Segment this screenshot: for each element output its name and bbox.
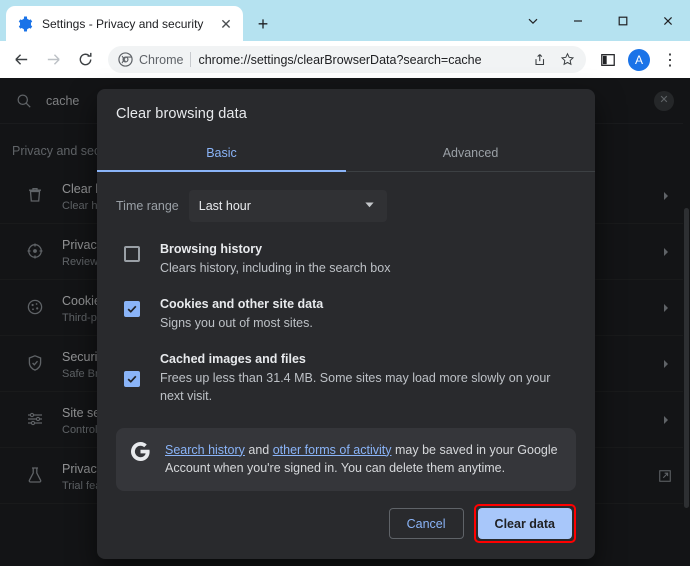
checkbox-browsing-history[interactable] (124, 246, 140, 262)
clear-browsing-data-dialog: Clear browsing data Basic Advanced Time … (97, 89, 595, 559)
chrome-menu-icon[interactable]: ⋮ (656, 46, 684, 74)
browser-tab[interactable]: Settings - Privacy and security ✕ (6, 6, 243, 41)
tab-advanced[interactable]: Advanced (346, 138, 595, 171)
checkbox-cached-images[interactable] (124, 371, 140, 387)
active-tab-indicator (97, 170, 346, 172)
info-conjunction: and (245, 443, 273, 457)
chrome-logo-icon (118, 52, 133, 67)
checkbox-cookies[interactable] (124, 301, 140, 317)
option-browsing-history[interactable]: Browsing history Clears history, includi… (116, 242, 576, 277)
option-subtitle: Clears history, including in the search … (160, 259, 576, 277)
bookmark-star-icon[interactable] (556, 49, 578, 71)
omnibox-divider (190, 52, 191, 67)
check-icon (126, 373, 138, 385)
side-panel-icon[interactable] (594, 46, 622, 74)
cancel-button[interactable]: Cancel (389, 508, 464, 539)
chrome-page-chip: Chrome (118, 52, 183, 67)
clear-data-button[interactable]: Clear data (478, 508, 572, 539)
time-range-select[interactable]: Last hour (189, 190, 387, 222)
tab-title: Settings - Privacy and security (42, 17, 208, 31)
minimize-button[interactable] (555, 0, 600, 41)
clear-data-highlight: Clear data (474, 504, 576, 543)
dialog-tabs: Basic Advanced (97, 138, 595, 172)
chevron-down-icon (364, 199, 375, 213)
option-title: Cookies and other site data (160, 297, 576, 311)
reload-button[interactable] (70, 45, 100, 75)
dialog-body: Time range Last hour Browsing history Cl… (97, 172, 595, 504)
dialog-footer: Cancel Clear data (97, 504, 595, 559)
maximize-button[interactable] (600, 0, 645, 41)
time-range-value: Last hour (199, 199, 251, 213)
browser-window: Settings - Privacy and security ✕ + (0, 0, 690, 566)
address-bar[interactable]: Chrome chrome://settings/clearBrowserDat… (108, 46, 586, 73)
option-subtitle: Frees up less than 31.4 MB. Some sites m… (160, 369, 576, 405)
option-cookies[interactable]: Cookies and other site data Signs you ou… (116, 297, 576, 332)
option-text: Browsing history Clears history, includi… (160, 242, 576, 277)
check-icon (126, 303, 138, 315)
tab-basic[interactable]: Basic (97, 138, 346, 171)
google-g-icon (131, 442, 151, 466)
new-tab-button[interactable]: + (249, 10, 277, 38)
option-cached-images[interactable]: Cached images and files Frees up less th… (116, 352, 576, 405)
forward-button[interactable] (38, 45, 68, 75)
google-account-info-box: Search history and other forms of activi… (116, 428, 576, 492)
info-text: Search history and other forms of activi… (165, 441, 561, 479)
option-text: Cookies and other site data Signs you ou… (160, 297, 576, 332)
browser-toolbar: Chrome chrome://settings/clearBrowserDat… (0, 41, 690, 78)
chrome-chip-label: Chrome (139, 53, 183, 67)
option-title: Browsing history (160, 242, 576, 256)
tab-search-chevron-icon[interactable] (510, 0, 555, 41)
back-button[interactable] (6, 45, 36, 75)
option-title: Cached images and files (160, 352, 576, 366)
time-range-group: Time range Last hour (116, 190, 576, 222)
option-subtitle: Signs you out of most sites. (160, 314, 576, 332)
url-text[interactable]: chrome://settings/clearBrowserData?searc… (198, 53, 520, 67)
tab-strip: Settings - Privacy and security ✕ + (0, 0, 690, 41)
share-icon[interactable] (527, 49, 549, 71)
avatar[interactable]: A (628, 49, 650, 71)
chrome-settings-favicon (17, 16, 33, 32)
dialog-title: Clear browsing data (97, 89, 595, 122)
search-history-link[interactable]: Search history (165, 443, 245, 457)
option-text: Cached images and files Frees up less th… (160, 352, 576, 405)
tab-close-icon[interactable]: ✕ (217, 15, 235, 33)
other-forms-of-activity-link[interactable]: other forms of activity (273, 443, 392, 457)
close-button[interactable] (645, 0, 690, 41)
window-controls (510, 0, 690, 41)
time-range-label: Time range (116, 199, 179, 213)
